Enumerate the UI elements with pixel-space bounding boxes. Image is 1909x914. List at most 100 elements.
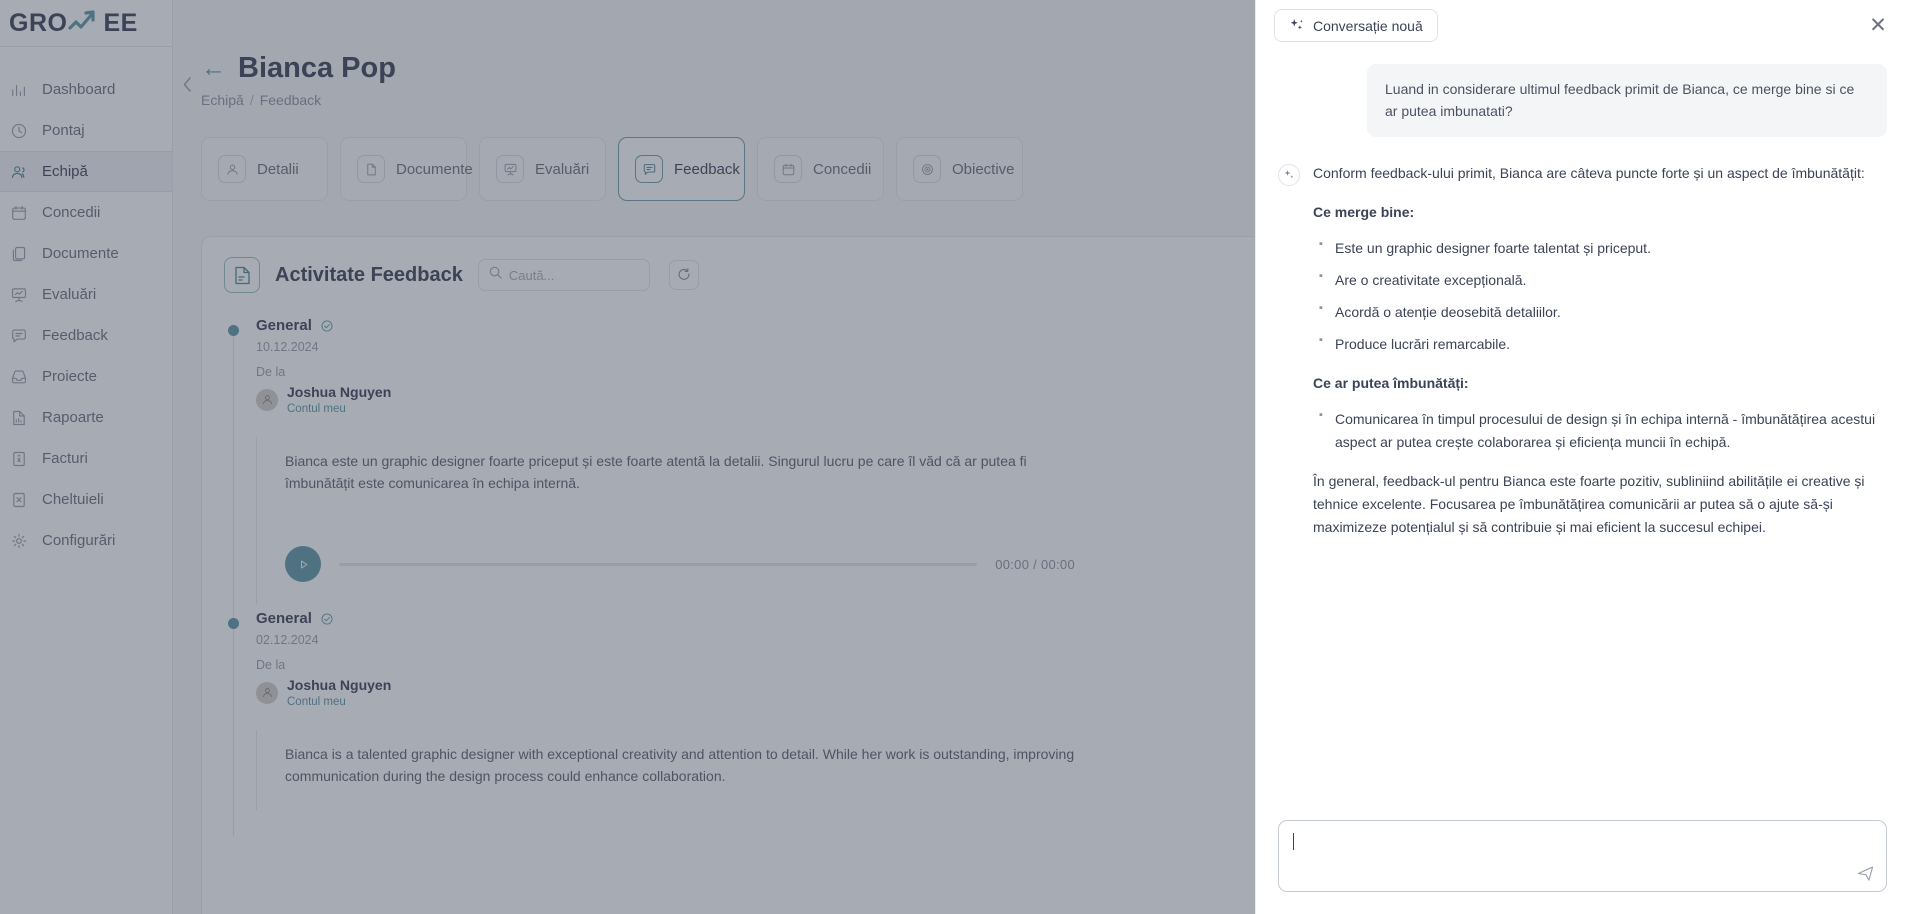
chat-bubble-icon — [9, 326, 29, 346]
user-message: Luand in considerare ultimul feedback pr… — [1367, 64, 1887, 137]
sidebar-item-label: Concedii — [42, 204, 101, 221]
entry-from-label: De la — [256, 658, 286, 673]
sidebar-item-cheltuieli[interactable]: Cheltuieli — [0, 479, 172, 520]
tab-evaluri[interactable]: Evaluări — [479, 137, 606, 201]
sidebar-item-label: Echipă — [42, 163, 88, 180]
author-role: Contul meu — [287, 696, 346, 709]
sidebar-item-label: Feedback — [42, 327, 108, 344]
sparkles-icon — [1289, 18, 1304, 33]
target-icon — [913, 155, 941, 183]
assistant-section-1-list: Este un graphic designer foarte talentat… — [1313, 236, 1887, 355]
sidebar: GRO EE Dashboard Pontaj Echipă Concedii Docu… — [0, 0, 173, 914]
sidebar-nav: Dashboard Pontaj Echipă Concedii Documente Ev… — [0, 47, 172, 561]
timeline-dot — [228, 325, 239, 336]
sidebar-item-label: Evaluări — [42, 286, 97, 303]
tab-feedback[interactable]: Feedback — [618, 137, 745, 201]
sidebar-item-label: Facturi — [42, 450, 88, 467]
author-name: Joshua Nguyen — [287, 677, 392, 694]
send-icon[interactable] — [1857, 865, 1874, 882]
sidebar-item-echip[interactable]: Echipă — [0, 151, 172, 192]
entry-author[interactable]: Joshua Nguyen Contul meu — [256, 384, 1260, 415]
entry-author[interactable]: Joshua Nguyen Contul meu — [256, 677, 1260, 708]
audio-time: 00:00 / 00:00 — [995, 556, 1075, 572]
breadcrumb-parent[interactable]: Echipă — [201, 92, 244, 108]
author-role: Contul meu — [287, 403, 346, 415]
feedback-entry: General 02.12.2024 De la Joshua Nguyen Contu… — [228, 610, 1260, 836]
tab-bar: Detalii Documente Evaluări Feedback Concedii… — [201, 137, 1101, 201]
assistant-section-1-title: Ce merge bine: — [1313, 203, 1415, 220]
bar-chart-icon — [9, 80, 29, 100]
logo-text-right: EE — [103, 8, 138, 37]
documents-icon — [9, 244, 29, 264]
tab-detalii[interactable]: Detalii — [201, 137, 328, 201]
sidebar-item-label: Proiecte — [42, 368, 98, 385]
text-caret — [1293, 833, 1294, 850]
tab-concedii[interactable]: Concedii — [757, 137, 884, 201]
sidebar-item-pontaj[interactable]: Pontaj — [0, 110, 172, 151]
timeline-connector — [233, 331, 234, 631]
entry-title-row: General — [256, 317, 1260, 334]
sidebar-item-documente[interactable]: Documente — [0, 233, 172, 274]
file-icon — [357, 155, 385, 183]
clock-icon — [9, 121, 29, 141]
chat-header: Conversație nouă ✕ — [1256, 0, 1909, 42]
tab-label: Evaluări — [535, 160, 590, 178]
entry-date: 02.12.2024 — [256, 633, 319, 648]
sidebar-collapse-button[interactable] — [173, 70, 201, 98]
sidebar-item-label: Cheltuieli — [42, 491, 104, 508]
sparkles-icon — [1278, 163, 1300, 186]
file-text-icon — [224, 257, 260, 293]
audio-player[interactable]: 00:00 / 00:00 — [285, 546, 1075, 583]
assistant-message: Conform feedback-ului primit, Bianca are… — [1278, 162, 1887, 555]
tab-label: Documente — [396, 160, 473, 178]
user-icon — [218, 155, 246, 183]
check-circle-icon — [320, 319, 334, 333]
new-conversation-button[interactable]: Conversație nouă — [1274, 9, 1438, 42]
entry-text: Bianca este un graphic designer foarte p… — [285, 453, 1027, 491]
growth-arrow-icon — [68, 8, 102, 39]
expense-icon — [9, 490, 29, 510]
sidebar-item-rapoarte[interactable]: Rapoarte — [0, 397, 172, 438]
new-conversation-label: Conversație nouă — [1313, 17, 1423, 34]
breadcrumb-current[interactable]: Feedback — [260, 92, 321, 108]
sidebar-item-evaluri[interactable]: Evaluări — [0, 274, 172, 315]
feedback-entry: General 10.12.2024 De la Joshua Nguyen Contu… — [228, 317, 1260, 631]
chat-bubble-icon — [635, 155, 663, 183]
entry-date: 10.12.2024 — [256, 340, 319, 354]
assistant-list-item: Este un graphic designer foarte talentat… — [1319, 236, 1887, 260]
calendar-icon — [9, 203, 29, 223]
sidebar-item-configurri[interactable]: Configurări — [0, 520, 172, 561]
tab-obiective[interactable]: Obiective — [896, 137, 1023, 201]
chat-input[interactable] — [1278, 820, 1887, 892]
sidebar-item-feedback[interactable]: Feedback — [0, 315, 172, 356]
audio-progress-bar[interactable] — [339, 562, 978, 566]
entry-title: General — [256, 610, 312, 628]
sidebar-item-concedii[interactable]: Concedii — [0, 192, 172, 233]
ai-chat-panel: Conversație nouă ✕ Luand in considerare … — [1255, 0, 1909, 914]
card-header: Activitate Feedback — [202, 237, 1260, 307]
logo-text-left: GRO — [9, 8, 68, 37]
close-icon[interactable]: ✕ — [1865, 13, 1891, 39]
gear-icon — [9, 531, 29, 551]
refresh-button[interactable] — [668, 260, 699, 290]
play-icon[interactable] — [285, 546, 321, 583]
chat-messages: Luand in considerare ultimul feedback pr… — [1256, 42, 1909, 820]
search-box[interactable] — [477, 259, 650, 291]
avatar — [256, 681, 278, 704]
app-logo[interactable]: GRO EE — [0, 0, 172, 46]
sidebar-item-dashboard[interactable]: Dashboard — [0, 69, 172, 110]
search-input[interactable] — [508, 267, 639, 283]
sidebar-item-label: Documente — [42, 245, 119, 262]
assistant-intro: Conform feedback-ului primit, Bianca are… — [1313, 164, 1865, 181]
arrow-left-icon[interactable]: ← — [201, 54, 226, 83]
entry-body: Bianca este un graphic designer foarte p… — [256, 437, 1260, 605]
author-name: Joshua Nguyen — [287, 384, 392, 400]
tab-documente[interactable]: Documente — [340, 137, 473, 201]
file-report-icon — [9, 408, 29, 428]
card-title: Activitate Feedback — [275, 263, 463, 286]
sidebar-item-facturi[interactable]: Facturi — [0, 438, 172, 479]
page-title-text: Bianca Pop — [238, 52, 396, 84]
sidebar-item-label: Configurări — [42, 532, 116, 549]
assistant-list-item: Comunicarea în timpul procesului de desi… — [1319, 407, 1887, 454]
sidebar-item-proiecte[interactable]: Proiecte — [0, 356, 172, 397]
